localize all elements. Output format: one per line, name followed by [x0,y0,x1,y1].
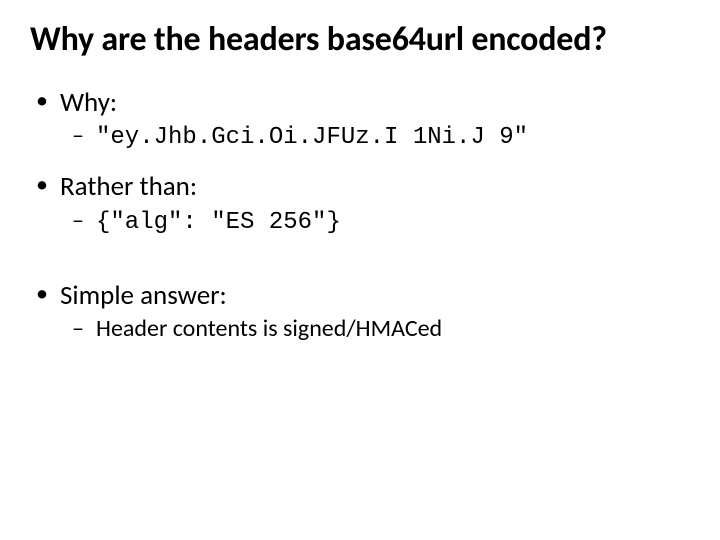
answer-text: Header contents is signed/HMACed [96,314,442,343]
sublist-rather: {"alg": "ES 256"} [60,206,690,238]
slide-title: Why are the headers base64url encoded? [30,20,690,59]
bullet-rather-label: Rather than: [60,170,197,203]
sublist-why: "ey.Jhb.Gci.Oi.JFUz.I 1Ni.J 9" [60,121,690,153]
sublist-answer: Header contents is signed/HMACed [60,314,690,344]
bullet-why: Why: "ey.Jhb.Gci.Oi.JFUz.I 1Ni.J 9" [30,87,690,153]
bullet-list: Why: "ey.Jhb.Gci.Oi.JFUz.I 1Ni.J 9" Rath… [30,87,690,238]
bullet-list-2: Simple answer: Header contents is signed… [30,280,690,344]
sub-rather-value: {"alg": "ES 256"} [60,206,690,238]
bullet-rather: Rather than: {"alg": "ES 256"} [30,171,690,237]
sub-answer-value: Header contents is signed/HMACed [60,314,690,344]
encoded-header-text: "ey.Jhb.Gci.Oi.JFUz.I 1Ni.J 9" [96,124,528,151]
json-header-text: {"alg": "ES 256"} [96,209,341,236]
bullet-answer: Simple answer: Header contents is signed… [30,280,690,344]
slide: Why are the headers base64url encoded? W… [0,0,720,540]
bullet-answer-label: Simple answer: [60,279,227,312]
spacer [30,256,690,280]
sub-why-value: "ey.Jhb.Gci.Oi.JFUz.I 1Ni.J 9" [60,121,690,153]
bullet-why-label: Why: [60,86,117,119]
